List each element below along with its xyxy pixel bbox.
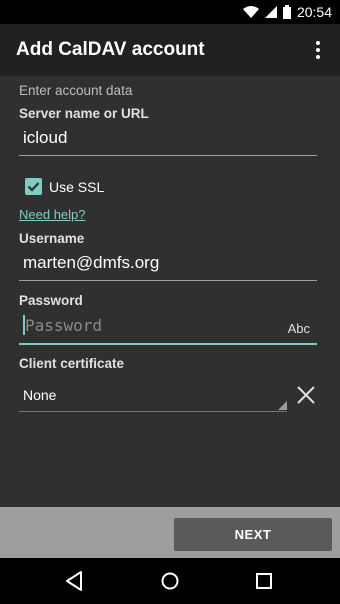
server-underline [19, 155, 317, 156]
check-icon [27, 182, 40, 192]
certificate-select[interactable]: None [19, 378, 287, 412]
username-label: Username [19, 231, 85, 246]
certificate-underline [19, 411, 287, 412]
more-vert-icon[interactable] [306, 38, 330, 62]
section-heading: Enter account data [19, 83, 133, 98]
password-label: Password [19, 293, 83, 308]
certificate-label: Client certificate [19, 356, 125, 371]
home-icon[interactable] [158, 569, 182, 593]
signal-icon [264, 6, 277, 18]
ssl-checkbox[interactable] [25, 178, 42, 195]
server-input[interactable]: icloud [23, 128, 67, 148]
certificate-selected-value: None [23, 387, 57, 403]
username-underline [19, 280, 317, 281]
keyboard-hint: Abc [287, 321, 310, 336]
battery-icon [282, 5, 291, 19]
button-bar: NEXT [0, 507, 340, 558]
ssl-label[interactable]: Use SSL [49, 179, 104, 195]
close-icon[interactable] [295, 384, 317, 406]
recents-icon[interactable] [252, 569, 276, 593]
dropdown-triangle-icon [278, 401, 287, 410]
next-button[interactable]: NEXT [174, 518, 332, 551]
page-title: Add CalDAV account [16, 39, 205, 60]
status-time: 20:54 [296, 4, 332, 20]
help-link[interactable]: Need help? [19, 207, 86, 222]
navigation-bar [0, 558, 340, 604]
wifi-icon [242, 6, 259, 18]
server-label: Server name or URL [19, 106, 149, 121]
app-bar: Add CalDAV account [0, 24, 340, 76]
password-underline [19, 343, 317, 345]
username-input[interactable]: marten@dmfs.org [23, 253, 159, 273]
status-bar: 20:54 [0, 0, 340, 24]
password-input[interactable] [23, 313, 275, 337]
text-cursor [23, 315, 25, 335]
back-icon[interactable] [63, 569, 87, 593]
